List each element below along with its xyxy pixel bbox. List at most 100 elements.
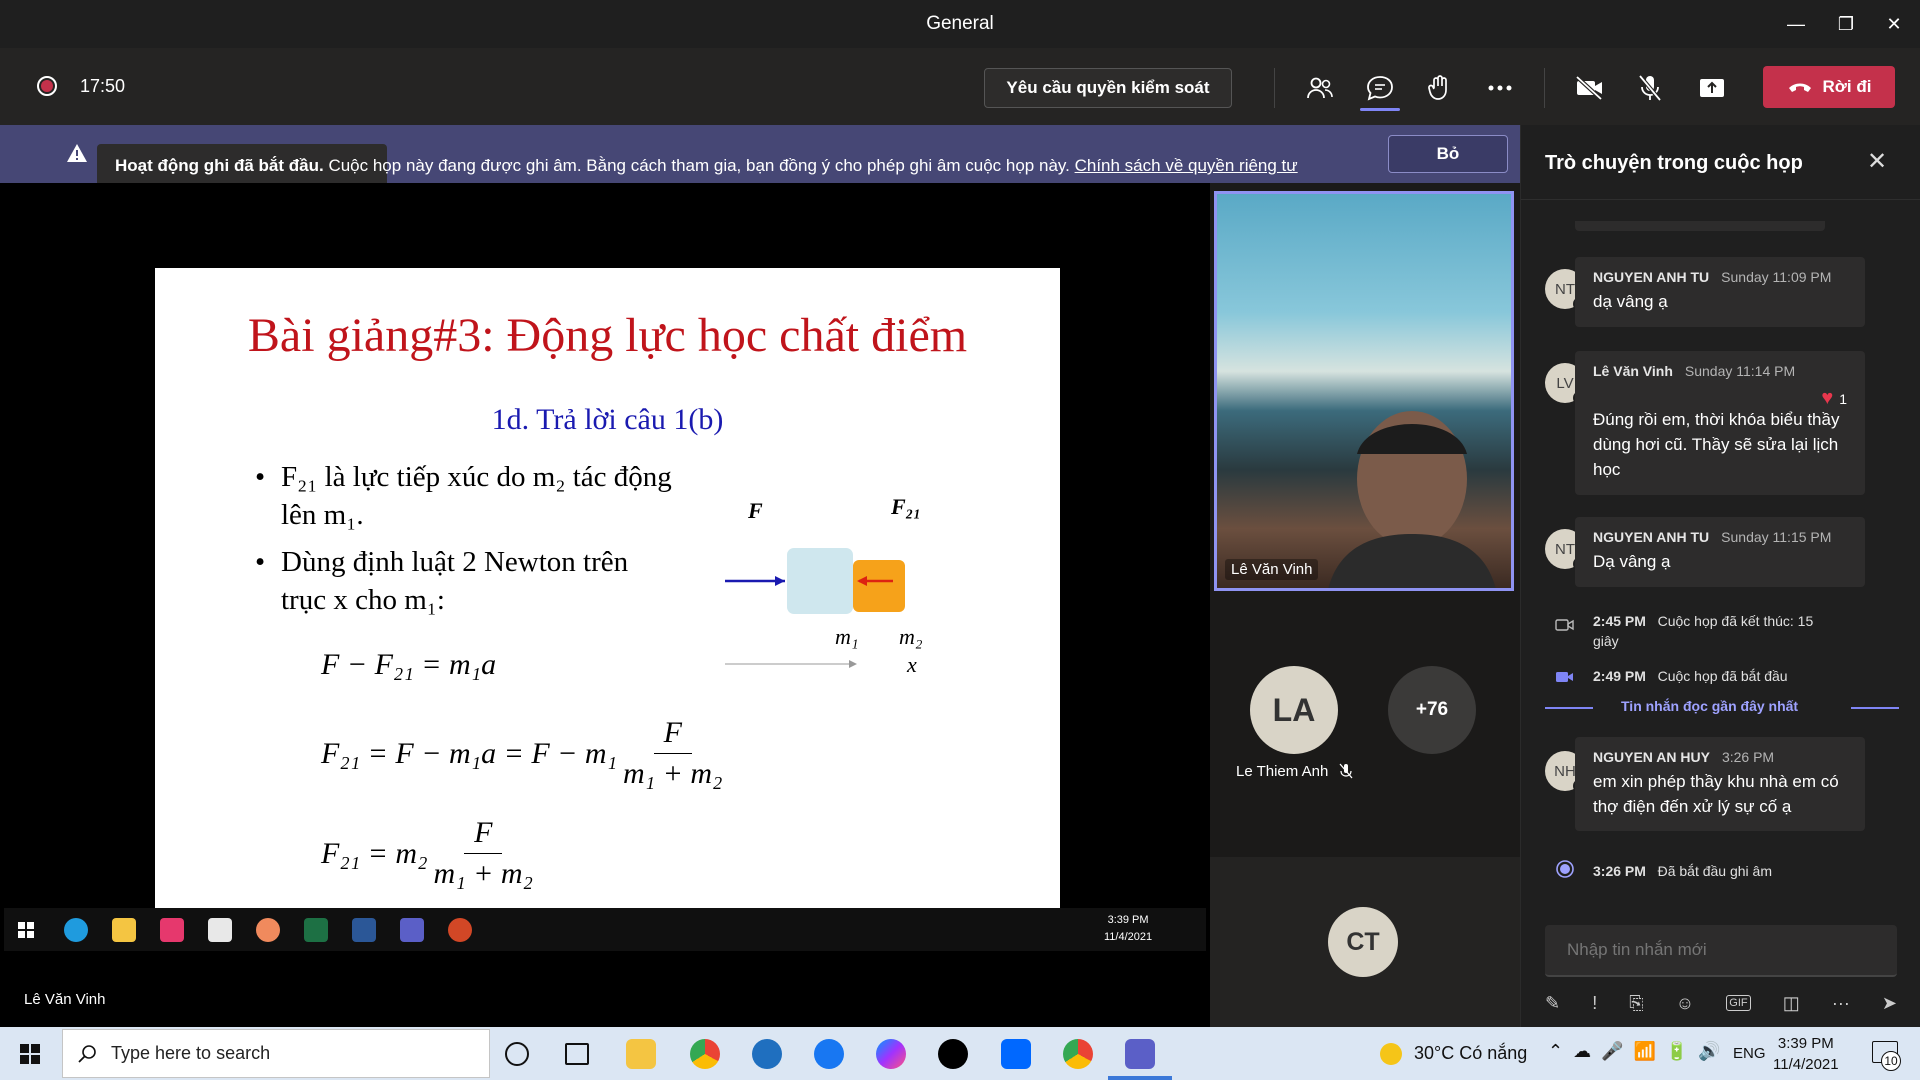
chat-message[interactable]: NGUYEN ANH TU Sunday 11:15 PM Dạ vâng ạ [1575, 517, 1865, 587]
restore-button[interactable]: ❐ [1826, 10, 1866, 38]
excel-icon [304, 918, 328, 942]
chrome-icon[interactable] [690, 1039, 720, 1069]
weather[interactable]: 30°C Có nắng [1414, 1043, 1527, 1064]
reaction[interactable]: ♥ 1 [1821, 387, 1847, 410]
mute-button[interactable] [1628, 68, 1672, 108]
app-icon[interactable] [752, 1039, 782, 1069]
avatar-initials: NT [1555, 280, 1575, 298]
message-time: Sunday 11:14 PM [1684, 363, 1796, 379]
recording-icon [37, 76, 57, 96]
slide-subtitle: 1d. Trả lời câu 1(b) [491, 403, 724, 436]
start-button[interactable] [20, 1044, 40, 1064]
reactions-button[interactable] [1418, 68, 1462, 108]
sender-name: NGUYEN AN HUY [1593, 749, 1710, 765]
equation-2-left: F₂₁ = F − m₁a = F − m₁ [321, 736, 618, 770]
sun-icon [1380, 1043, 1402, 1065]
message-text: dạ vâng ạ [1593, 292, 1668, 311]
more-options-button[interactable] [1478, 68, 1522, 108]
diagram-reaction-label: F₂₁ [891, 494, 922, 519]
tray-icons[interactable]: ⌃☁🎤📶🔋🔊 [1548, 1041, 1731, 1062]
compose-box[interactable] [1545, 925, 1897, 977]
chat-title: Trò chuyện trong cuộc họp [1545, 152, 1803, 174]
avatar-initials: NT [1555, 540, 1575, 558]
send-icon[interactable]: ➤ [1882, 993, 1897, 1014]
teams-icon [400, 918, 424, 942]
facebook-icon[interactable] [814, 1039, 844, 1069]
close-window-button[interactable]: ✕ [1874, 10, 1914, 38]
compose-toolbar: ✎ ! ⎘ ☺ GIF ◫ ··· ➤ [1545, 985, 1897, 1021]
zalo-icon[interactable] [1001, 1039, 1031, 1069]
system-clock[interactable]: 3:39 PM 11/4/2021 [1773, 1033, 1839, 1075]
app-icon [208, 918, 232, 942]
clock-time: 3:39 PM [1777, 1035, 1834, 1052]
chat-message[interactable]: Lê Văn Vinh Sunday 11:14 PM ♥ 1 Đúng rồi e… [1575, 351, 1865, 495]
participants-button[interactable] [1298, 68, 1342, 108]
clock-date: 11/4/2021 [1773, 1056, 1839, 1073]
share-screen-button[interactable] [1690, 68, 1734, 108]
file-explorer-icon[interactable] [626, 1039, 656, 1069]
fraction-numerator: F [464, 813, 503, 854]
diagram-axis-label: x [907, 652, 917, 677]
format-icon[interactable]: ✎ [1545, 993, 1560, 1014]
messenger-icon[interactable] [876, 1039, 906, 1069]
camera-off-button[interactable] [1568, 68, 1612, 108]
chat-button[interactable] [1358, 68, 1402, 108]
banner-message: Hoạt động ghi đã bắt đầu. Cuộc họp này đ… [97, 144, 1298, 188]
close-chat-button[interactable]: ✕ [1867, 147, 1887, 176]
chat-message[interactable]: NGUYEN AN HUY 3:26 PM em xin phép thầy kh… [1575, 737, 1865, 831]
tiktok-icon[interactable] [938, 1039, 968, 1069]
ellipsis-icon [1488, 85, 1512, 91]
heart-icon: ♥ [1821, 387, 1834, 409]
message-text: Dạ vâng ạ [1593, 552, 1671, 571]
sticker-icon[interactable]: ◫ [1783, 993, 1800, 1014]
gif-icon[interactable]: GIF [1726, 995, 1751, 1011]
search-icon [78, 1044, 96, 1063]
participant-tile[interactable]: CT [1210, 857, 1520, 1027]
teams-icon[interactable] [1125, 1039, 1155, 1069]
chat-message[interactable]: NGUYEN ANH TU Sunday 11:09 PM dạ vâng ạ [1575, 257, 1865, 327]
dismiss-button[interactable]: Bỏ [1388, 135, 1508, 173]
task-view-icon[interactable] [565, 1043, 589, 1065]
equation-3-left: F₂₁ = m₂ [321, 836, 428, 870]
event-time: 2:45 PM [1593, 613, 1646, 629]
chrome-icon[interactable] [1063, 1039, 1093, 1069]
meeting-icon [1556, 672, 1573, 682]
event-text: Cuộc họp đã bắt đầu [1657, 668, 1788, 684]
fraction-denominator: m₁ + m₂ [433, 857, 533, 890]
video-tile[interactable]: Lê Văn Vinh [1214, 191, 1514, 591]
notification-count: 10 [1881, 1051, 1901, 1071]
leave-button[interactable]: Rời đi [1763, 66, 1895, 108]
privacy-link[interactable]: Chính sách về quyền riêng tư [1075, 156, 1298, 175]
cortana-icon[interactable] [505, 1042, 529, 1066]
mic-off-icon [1339, 763, 1353, 779]
input-language[interactable]: ENG [1733, 1045, 1766, 1062]
event-time: 3:26 PM [1593, 863, 1646, 879]
attach-icon[interactable]: ⎘ [1629, 993, 1643, 1014]
meeting-started-event: 2:49 PM Cuộc họp đã bắt đầu [1593, 666, 1788, 686]
presenter-name: Lê Văn Vinh [24, 991, 106, 1008]
event-time: 2:49 PM [1593, 668, 1646, 684]
toolbar-divider [1274, 68, 1275, 108]
taskbar-search[interactable]: Type here to search [62, 1029, 490, 1078]
message-input[interactable] [1565, 939, 1885, 961]
diagram-mass2-label: m₂ [899, 624, 923, 649]
avatar[interactable]: LA [1250, 666, 1338, 754]
message-time: Sunday 11:09 PM [1721, 269, 1832, 285]
message-time: 3:26 PM [1721, 749, 1775, 765]
emoji-icon[interactable]: ☺ [1676, 993, 1694, 1014]
participant-name: Le Thiem Anh [1236, 763, 1329, 780]
diagram-mass1-label: m₁ [835, 624, 859, 649]
chat-divider [1521, 199, 1920, 200]
sender-name: NGUYEN ANH TU [1593, 529, 1710, 545]
app-icon [256, 918, 280, 942]
request-control-button[interactable]: Yêu cầu quyền kiểm soát [984, 68, 1232, 108]
previous-message [1575, 221, 1825, 231]
share-icon [1700, 79, 1724, 97]
minimize-button[interactable]: — [1776, 10, 1816, 38]
more-icon[interactable]: ··· [1832, 993, 1850, 1014]
more-participants[interactable]: +76 [1388, 666, 1476, 754]
video-name: Lê Văn Vinh [1225, 559, 1319, 580]
leave-label: Rời đi [1822, 77, 1872, 96]
message-text: em xin phép thầy khu nhà em có thợ điện … [1593, 772, 1839, 816]
important-icon[interactable]: ! [1592, 993, 1597, 1014]
